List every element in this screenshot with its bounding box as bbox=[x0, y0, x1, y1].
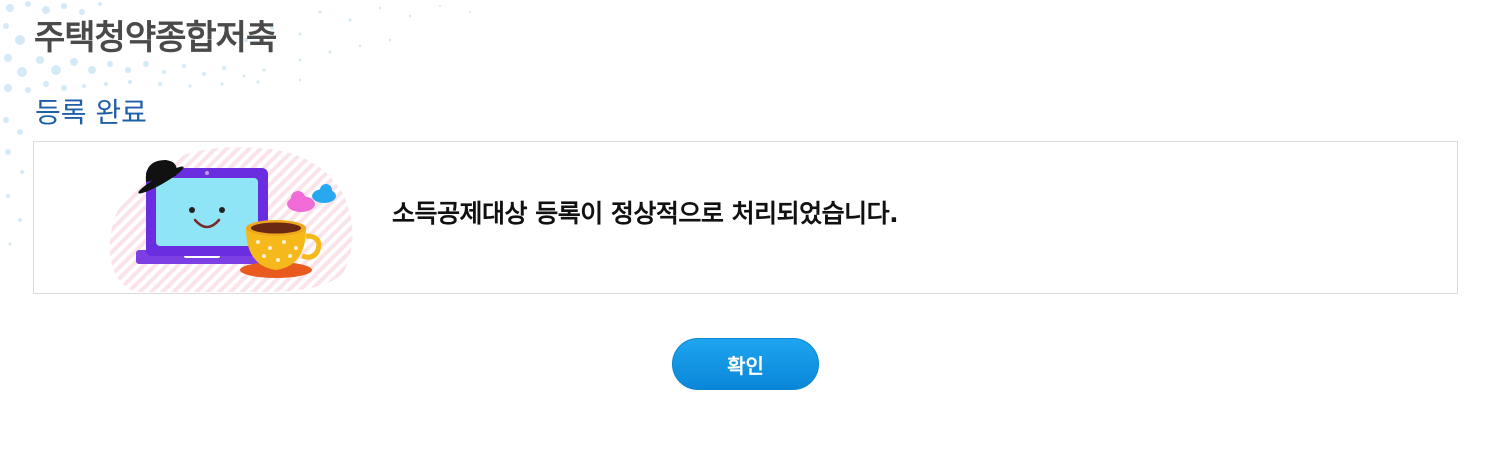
page-title: 주택청약종합저축 bbox=[34, 18, 277, 58]
result-panel: 소득공제대상 등록이 정상적으로 처리되었습니다. bbox=[33, 141, 1458, 294]
laptop-coffee-illustration-icon bbox=[109, 147, 353, 293]
result-message: 소득공제대상 등록이 정상적으로 처리되었습니다. bbox=[392, 199, 899, 228]
confirm-button[interactable]: 확인 bbox=[672, 338, 819, 390]
section-title: 등록 완료 bbox=[35, 96, 147, 129]
